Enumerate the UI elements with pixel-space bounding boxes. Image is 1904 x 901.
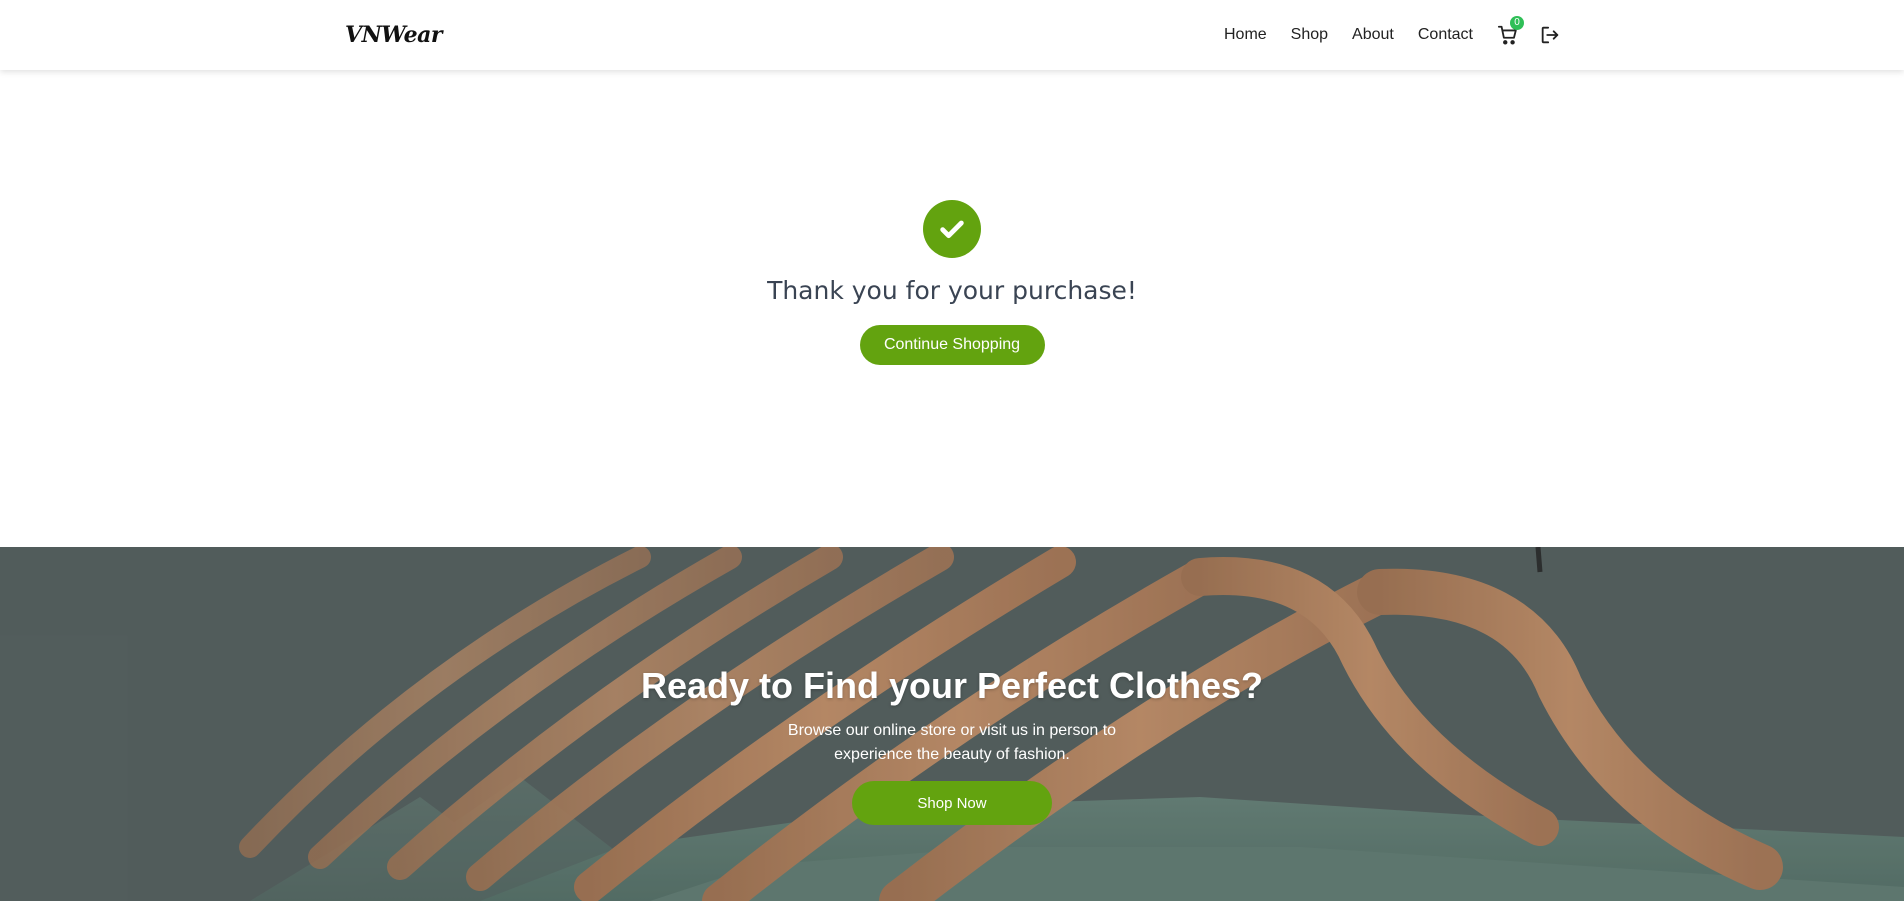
continue-shopping-button[interactable]: Continue Shopping [859,325,1045,365]
hero-content: Ready to Find your Perfect Clothes? Brow… [0,547,1904,901]
shop-now-button[interactable]: Shop Now [852,781,1052,825]
navbar: VNWear Home Shop About Contact 0 [0,0,1904,70]
nav-link-contact[interactable]: Contact [1418,26,1473,44]
logout-button[interactable] [1539,24,1561,46]
logout-icon [1541,26,1559,44]
nav-link-shop[interactable]: Shop [1291,26,1328,44]
nav-link-home[interactable]: Home [1224,26,1267,44]
navbar-inner: VNWear Home Shop About Contact 0 [345,0,1561,70]
hero-subtitle: Browse our online store or visit us in p… [787,722,1117,763]
confirmation-message: Thank you for your purchase! [767,276,1137,305]
check-icon [940,220,964,239]
nav-link-about[interactable]: About [1352,26,1394,44]
order-confirmation-section: Thank you for your purchase! Continue Sh… [0,70,1904,547]
site-logo[interactable]: VNWear [345,22,442,48]
hero-banner: Ready to Find your Perfect Clothes? Brow… [0,547,1904,901]
main-nav: Home Shop About Contact 0 [1224,16,1561,46]
cart-button[interactable]: 0 [1497,16,1524,46]
cart-count-badge: 0 [1510,16,1524,30]
success-badge [923,200,981,258]
hero-title: Ready to Find your Perfect Clothes? [640,665,1264,706]
